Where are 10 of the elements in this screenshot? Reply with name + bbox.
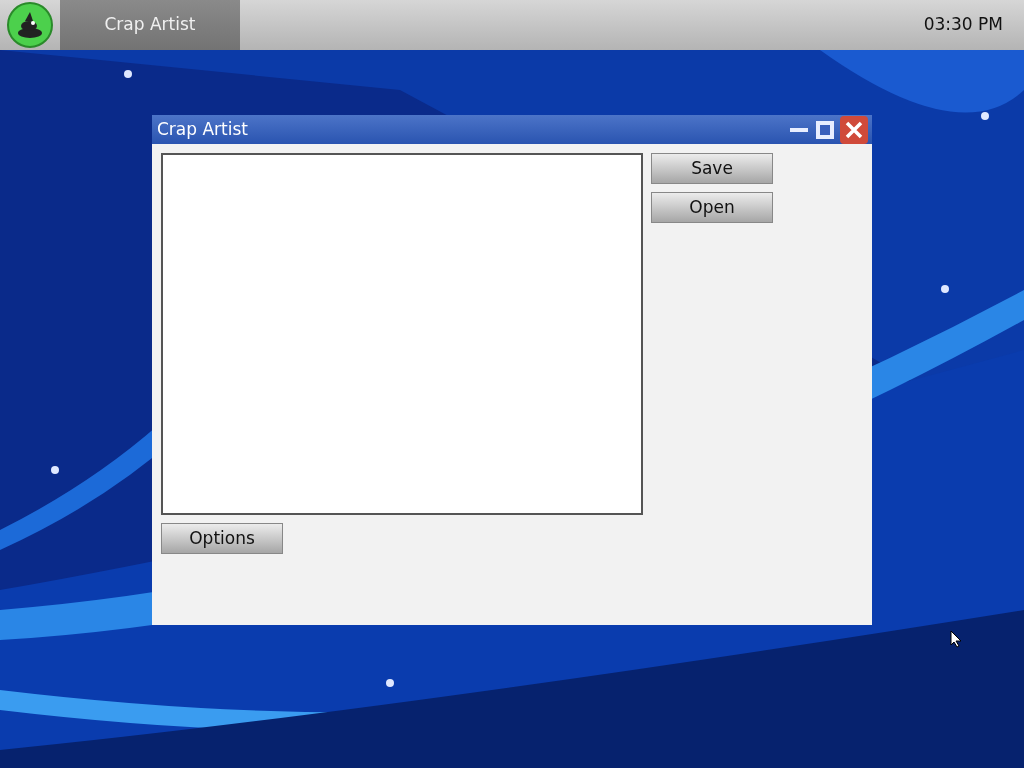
side-button[interactable]: Open xyxy=(651,192,773,223)
options-button[interactable]: Options xyxy=(161,523,283,554)
taskbar-button[interactable]: Crap Artist xyxy=(60,0,240,50)
clock: 03:30 PM xyxy=(923,13,1004,37)
window-title: Crap Artist xyxy=(157,117,248,141)
close-icon[interactable] xyxy=(840,115,868,144)
app-logo-icon[interactable] xyxy=(6,1,54,49)
cursor-icon xyxy=(950,630,962,648)
side-button[interactable]: Save xyxy=(651,153,773,184)
maximize-icon[interactable] xyxy=(814,118,836,141)
